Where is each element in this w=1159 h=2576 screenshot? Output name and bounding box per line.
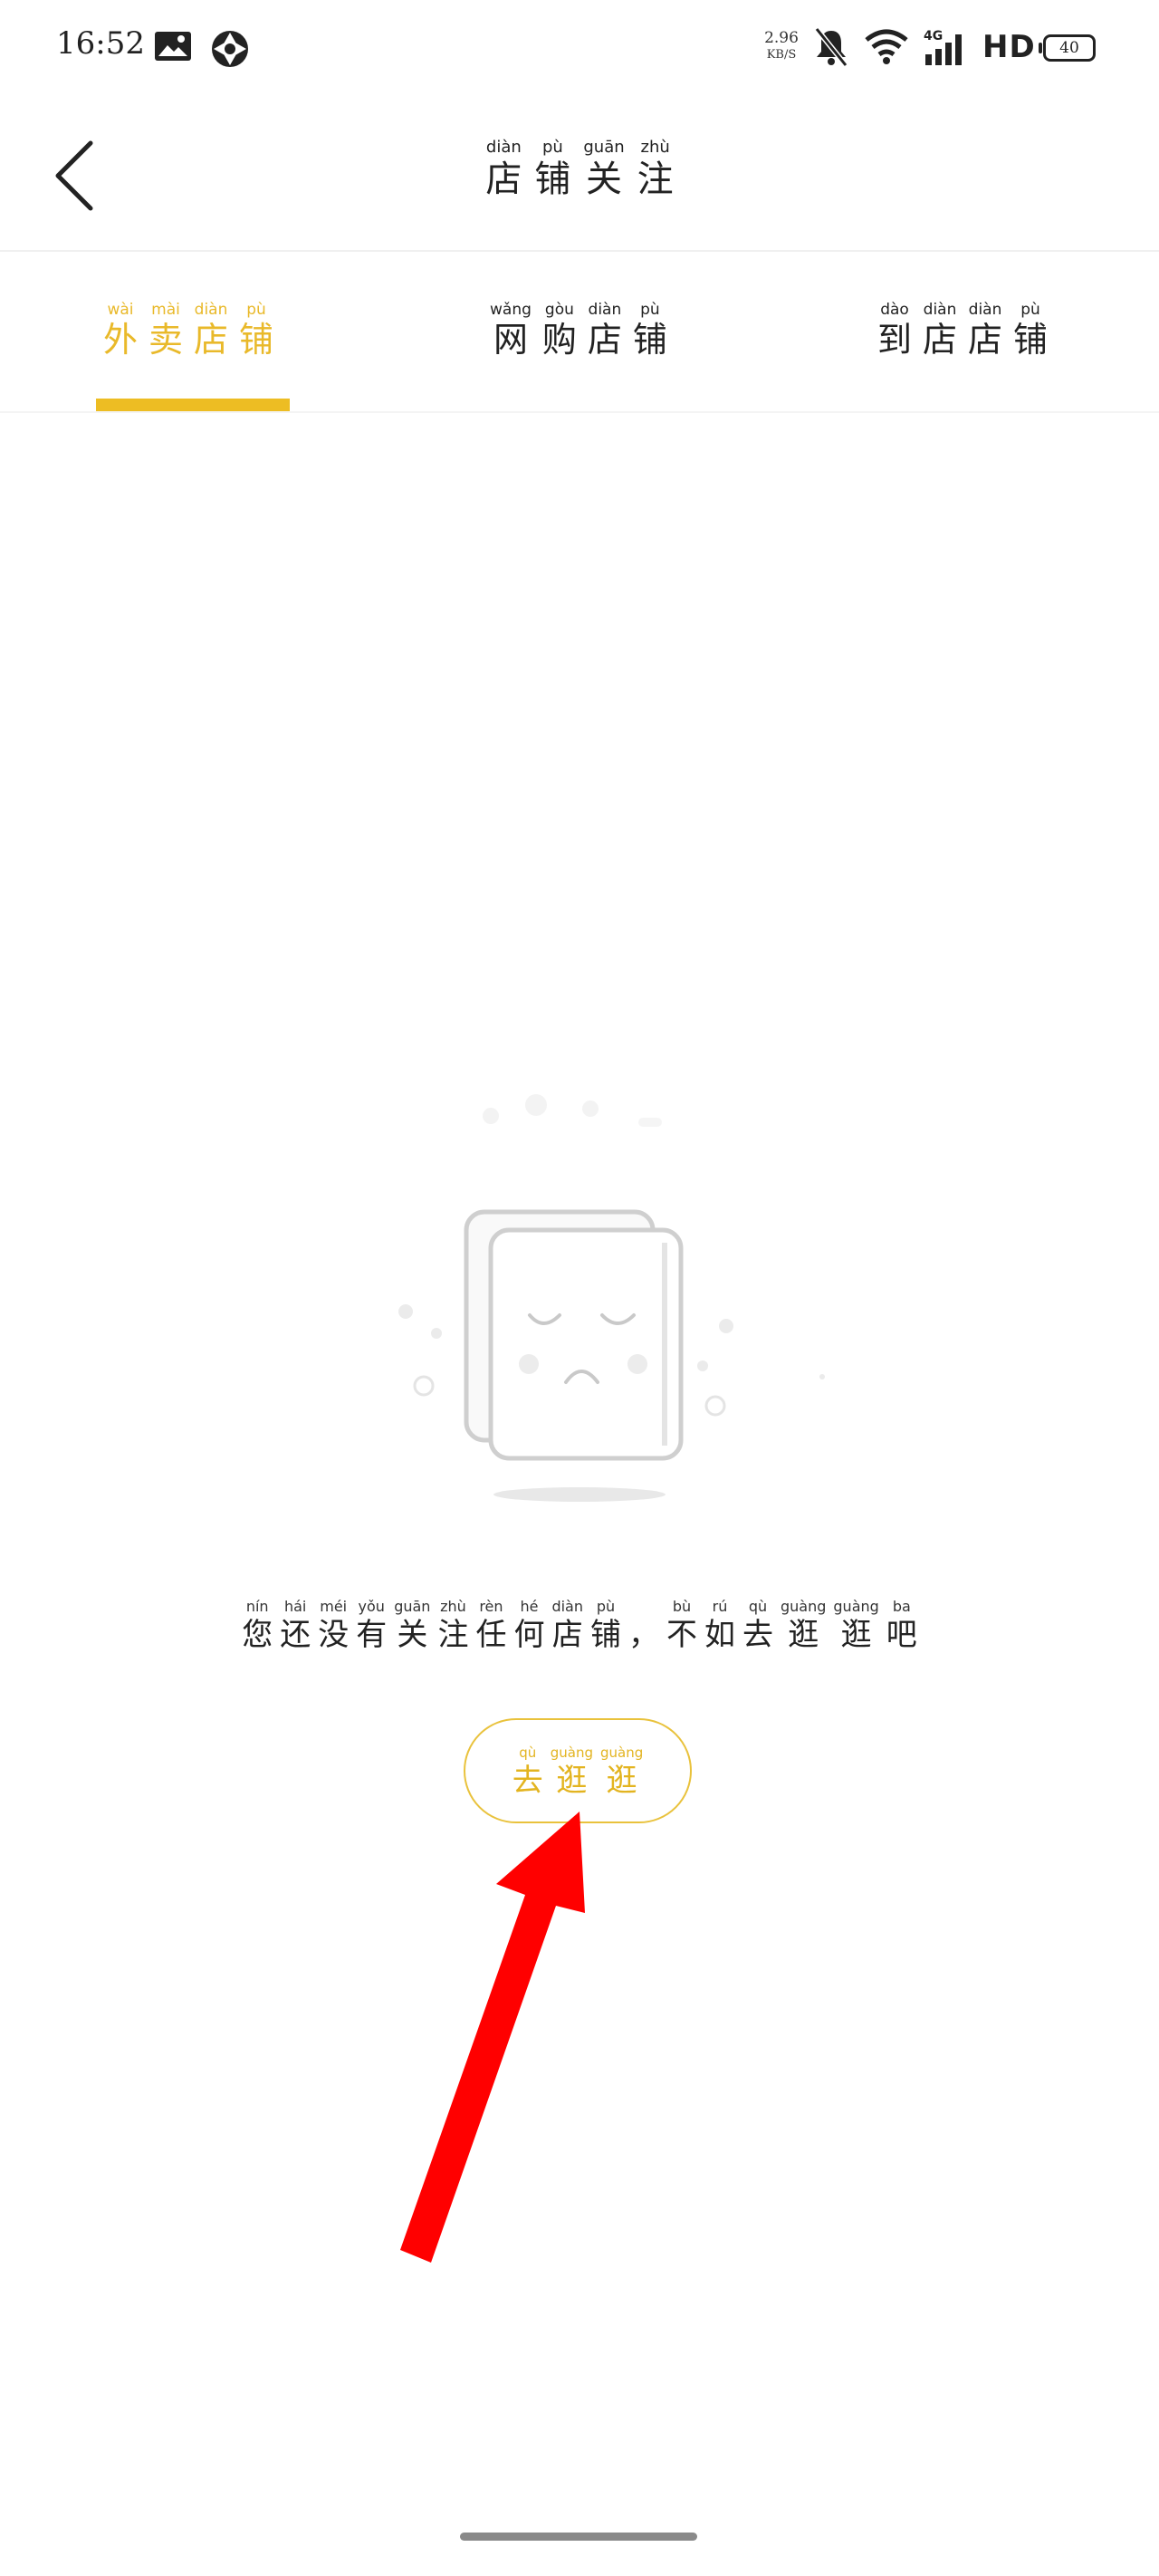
message-char: zhù 注	[437, 1598, 469, 1653]
wifi-icon	[865, 29, 908, 69]
title-char: zhù 注	[637, 138, 674, 200]
hd-label: HD	[982, 29, 1036, 65]
aperture-icon	[210, 29, 250, 72]
title-char: diàn 店	[485, 138, 522, 200]
go-browse-button[interactable]: qù 去 guàng 逛 guàng 逛	[464, 1718, 692, 1823]
message-char: rú 如	[704, 1598, 735, 1653]
battery-tip	[1039, 43, 1042, 53]
message-char: hái 还	[280, 1598, 311, 1653]
status-time: 16:52	[56, 25, 145, 62]
button-char: guàng 逛	[550, 1744, 593, 1799]
tab-takeout-stores[interactable]: wài 外 mài 卖 diàn 店 pù 铺	[98, 303, 279, 358]
sad-box-icon	[398, 1094, 825, 1502]
title-char: guān 关	[583, 138, 625, 200]
tab-bar: wài 外 mài 卖 diàn 店 pù 铺 wǎng 网 gòu 购 diàn 店 pù 铺…	[0, 252, 1159, 413]
message-char: nín 您	[242, 1598, 273, 1653]
gallery-icon	[154, 31, 192, 65]
empty-state-message: nín 您 hái 还 méi 没 yǒu 有 guān 关 zhù 注 rèn 任 hé 何 diàn 店 pù 铺…	[0, 1598, 1159, 1653]
page-header: diàn 店 pù 铺 guān 关 zhù 注	[0, 100, 1159, 252]
message-char: bù 不	[666, 1598, 697, 1653]
message-char: méi 没	[318, 1598, 350, 1653]
network-speed-value: 2.96	[764, 29, 799, 47]
button-char: qù 去	[512, 1744, 543, 1799]
message-char: diàn 店	[551, 1598, 583, 1653]
message-char: rèn 任	[475, 1598, 507, 1653]
battery-level: 40	[1059, 39, 1079, 57]
status-bar: 16:52 2.96 KB/S 4G HD 40	[0, 0, 1159, 100]
message-char: guàng 逛	[833, 1598, 879, 1653]
message-char: hé 何	[513, 1598, 545, 1653]
message-char: ba 吧	[886, 1598, 917, 1653]
tab-instore-stores[interactable]: dào 到 diàn 店 diàn 店 pù 铺	[872, 303, 1053, 358]
network-type-label: 4G	[924, 29, 943, 43]
page-title: diàn 店 pù 铺 guān 关 zhù 注	[0, 138, 1159, 200]
battery-icon: 40	[1043, 34, 1096, 62]
network-speed: 2.96 KB/S	[759, 29, 804, 62]
message-char: yǒu 有	[356, 1598, 388, 1653]
mute-bell-icon	[813, 27, 849, 71]
empty-state-illustration	[380, 1078, 833, 1513]
button-char: guàng 逛	[600, 1744, 644, 1799]
message-char: ，	[627, 1617, 659, 1653]
title-char: pù 铺	[534, 138, 571, 200]
message-char: guàng 逛	[780, 1598, 827, 1653]
tab-online-stores[interactable]: wǎng 网 gòu 购 diàn 店 pù 铺	[484, 303, 673, 358]
network-speed-unit: KB/S	[766, 48, 797, 62]
home-indicator[interactable]	[460, 2533, 697, 2541]
active-tab-indicator	[96, 399, 290, 411]
message-char: qù 去	[742, 1598, 773, 1653]
message-char: pù 铺	[589, 1598, 621, 1653]
cellular-signal-icon: 4G	[922, 27, 969, 71]
message-char: guān 关	[394, 1598, 431, 1653]
